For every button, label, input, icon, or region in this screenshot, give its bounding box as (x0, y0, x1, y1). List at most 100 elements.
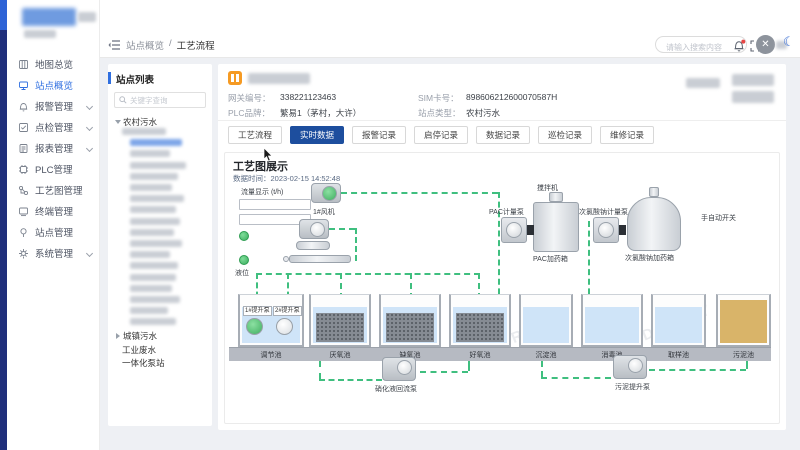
tree-station-row-blurred[interactable] (130, 218, 180, 225)
sidebar: 地图总览站点概览报警管理点检管理报表管理 PLC管理工艺图管理终端管理站点管理系统… (7, 0, 100, 450)
tree-station-row-blurred[interactable] (130, 285, 172, 292)
app-logo-subtext (24, 30, 56, 38)
tree-station-row-blurred[interactable] (130, 318, 176, 325)
sidebar-item-0[interactable]: 地图总览 (7, 54, 100, 74)
tank-anoxic[interactable] (379, 294, 441, 347)
sidebar-item-3[interactable]: 点检管理 (7, 117, 100, 137)
tree-node-rural-sewage[interactable]: 农村污水 (116, 116, 157, 128)
station-search-input[interactable] (130, 96, 200, 105)
naclo-metering-pump-icon[interactable] (593, 217, 619, 243)
field-value: 农村污水 (466, 107, 500, 119)
sidebar-item-icon (18, 80, 29, 91)
tree-node-label[interactable]: 城镇污水 (123, 330, 157, 342)
diffuser-grid (456, 313, 504, 342)
return-line (420, 371, 468, 373)
notification-bell-icon[interactable] (733, 39, 746, 53)
tree-node-label[interactable]: 工业废水 (122, 344, 156, 356)
tree-station-row-blurred[interactable] (130, 296, 180, 303)
fan2-blower-icon[interactable] (299, 219, 329, 239)
process-diagram-canvas: CONTROL INDUSTRY 流量显示 (t/h) 液位 1#风机 2#风机 (227, 183, 777, 421)
tree-node-label[interactable]: 农村污水 (123, 116, 157, 128)
sidebar-item-label: 地图总览 (35, 57, 73, 71)
divider (218, 120, 786, 121)
tree-station-row-blurred[interactable] (122, 128, 166, 135)
station-search[interactable] (114, 92, 206, 108)
tree-station-row-blurred[interactable] (130, 150, 170, 157)
breadcrumb-section[interactable]: 站点概览 (126, 38, 164, 52)
naclo-pump-label: 次氯酸钠计量泵 (579, 207, 628, 217)
tab-5[interactable]: 巡检记录 (538, 126, 592, 144)
return-pump-label: 硝化液回流泵 (375, 384, 417, 394)
tab-0[interactable]: 工艺流程 (228, 126, 282, 144)
air-line (329, 228, 355, 230)
sidebar-item-6[interactable]: 工艺图管理 (7, 180, 100, 200)
naclo-tank-pipe (649, 187, 659, 197)
sidebar-item-icon (18, 122, 29, 133)
tree-caret-icon[interactable] (116, 333, 120, 339)
main-panel: 网关编号： 338221123463 SIM卡号： 89860621260007… (218, 64, 786, 430)
chevron-down-icon (86, 250, 93, 257)
sidebar-item-1[interactable]: 站点概览 (7, 75, 100, 95)
tree-station-row-blurred[interactable] (130, 229, 174, 236)
tree-station-row-blurred[interactable] (130, 307, 168, 314)
sidebar-item-4[interactable]: 报表管理 (7, 138, 100, 158)
tree-caret-icon[interactable] (115, 120, 121, 124)
sidebar-item-icon (18, 206, 29, 217)
tab-1[interactable]: 实时数据 (290, 126, 344, 144)
tree-station-row-blurred[interactable] (130, 240, 182, 247)
sidebar-item-label: PLC管理 (35, 162, 72, 176)
tank-label: 污泥池 (716, 350, 771, 360)
tree-station-row-blurred[interactable] (130, 206, 176, 213)
tank-label: 好氧池 (449, 350, 511, 360)
lift-pump1-icon[interactable] (246, 318, 263, 335)
tank-sampling[interactable] (651, 294, 706, 347)
global-search-input[interactable] (666, 40, 736, 55)
return-pump-icon[interactable] (382, 357, 416, 381)
fan1-blower-icon[interactable] (311, 183, 341, 203)
pac-metering-pump-icon[interactable] (501, 217, 527, 243)
tank-sedimentation[interactable] (519, 294, 573, 347)
tank-disinfection[interactable] (581, 294, 643, 347)
tree-node-integrated-pump-station[interactable]: 一体化泵站 (122, 357, 165, 369)
tree-station-row-blurred[interactable] (130, 139, 182, 146)
sidebar-item-2[interactable]: 报警管理 (7, 96, 100, 116)
tree-station-row-blurred[interactable] (130, 251, 170, 258)
tree-station-row-blurred[interactable] (130, 184, 172, 191)
tree-station-row-blurred[interactable] (130, 262, 178, 269)
sludge-pump-label: 污泥提升泵 (615, 382, 650, 392)
tab-6[interactable]: 维修记录 (600, 126, 654, 144)
chevron-down-icon (86, 103, 93, 110)
dark-mode-moon-icon[interactable]: ☾ (783, 34, 795, 50)
avatar[interactable]: ✕ (756, 35, 775, 54)
tree-node-industrial-wastewater[interactable]: 工业废水 (122, 344, 156, 356)
tree-node-label[interactable]: 一体化泵站 (122, 357, 165, 369)
naclo-dosing-tank-icon[interactable] (627, 197, 681, 251)
field-value: 繁易1（茅村，大许） (280, 107, 361, 119)
lift-pump2-icon[interactable] (276, 318, 293, 335)
sidebar-item-9[interactable]: 系统管理 (7, 243, 100, 263)
return-line (468, 361, 470, 371)
sidebar-item-8[interactable]: 站点管理 (7, 222, 100, 242)
tree-station-row-blurred[interactable] (130, 162, 186, 169)
tree-station-row-blurred[interactable] (130, 173, 178, 180)
tank-anaerobic[interactable] (309, 294, 371, 347)
naclo-tank-label: 次氯酸钠加药箱 (625, 253, 674, 263)
tab-3[interactable]: 启停记录 (414, 126, 468, 144)
tank-sludge[interactable] (716, 294, 771, 347)
sludge-pump-icon[interactable] (613, 355, 647, 379)
tab-4[interactable]: 数据记录 (476, 126, 530, 144)
tank-aerobic[interactable] (449, 294, 511, 347)
sidebar-item-icon (18, 164, 29, 175)
sidebar-item-5[interactable]: PLC管理 (7, 159, 100, 179)
collapse-sidebar-icon[interactable] (108, 39, 121, 51)
tree-node-town-sewage[interactable]: 城镇污水 (116, 330, 157, 342)
tree-station-row-blurred[interactable] (130, 274, 176, 281)
field-value: 338221123463 (280, 92, 336, 102)
pac-dosing-tank-icon[interactable] (533, 202, 579, 252)
water-fill (655, 307, 702, 343)
tank-regulation[interactable]: 1#提升泵 2#提升泵 (238, 294, 304, 347)
mouse-cursor (263, 148, 273, 162)
tab-2[interactable]: 报警记录 (352, 126, 406, 144)
tree-station-row-blurred[interactable] (130, 195, 184, 202)
sidebar-item-7[interactable]: 终端管理 (7, 201, 100, 221)
